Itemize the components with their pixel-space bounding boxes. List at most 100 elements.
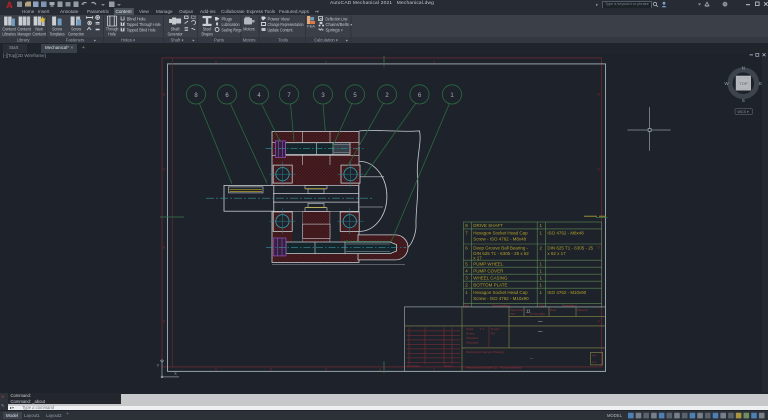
svg-text:Date: Date: [550, 307, 557, 311]
svg-text:PUMP COVER: PUMP COVER: [473, 268, 504, 273]
svg-text:Deflection Line: Deflection Line: [326, 16, 349, 21]
svg-text:DRIVE SHAFT: DRIVE SHAFT: [473, 223, 503, 228]
svg-text:Change Representation: Change Representation: [268, 21, 305, 26]
svg-text:A4: A4: [592, 353, 596, 357]
svg-text:5: 5: [353, 92, 357, 98]
svg-text:Hexagon Socket Head Cap: Hexagon Socket Head Cap: [473, 230, 528, 235]
svg-text:2: 2: [433, 367, 435, 371]
svg-text:Tapped Through Hole: Tapped Through Hole: [127, 21, 162, 26]
svg-text:Standard: Standard: [562, 304, 577, 308]
svg-text:Tools: Tools: [278, 37, 288, 42]
svg-text:W: W: [724, 81, 729, 86]
svg-text:ISO 4762 - M8x48: ISO 4762 - M8x48: [547, 230, 584, 235]
svg-text:Generator: Generator: [168, 31, 183, 36]
svg-text:x 17: x 17: [473, 255, 482, 260]
svg-text:1: 1: [539, 289, 542, 294]
svg-text:E: E: [759, 81, 762, 86]
svg-text:▸: ▸: [193, 38, 195, 42]
svg-text:PUMP WHEEL: PUMP WHEEL: [473, 261, 504, 266]
svg-text:Weight: Weight: [490, 326, 499, 330]
svg-text:Lubrication: Lubrication: [222, 21, 241, 26]
svg-text:Scale: Scale: [466, 326, 474, 330]
svg-text:Deep Groove Ball Bearing -: Deep Groove Ball Bearing -: [473, 245, 528, 250]
svg-text:▸: ▸: [94, 38, 96, 42]
svg-text:BOTTOM PLATE: BOTTOM PLATE: [473, 282, 507, 287]
svg-text:1/1: 1/1: [592, 359, 596, 363]
svg-text:6: 6: [225, 92, 229, 98]
svg-text:A: A: [163, 319, 166, 323]
svg-text:8: 8: [465, 223, 468, 228]
svg-text:FEA: FEA: [307, 23, 315, 28]
svg-text:TM: TM: [510, 311, 515, 315]
svg-text:4: 4: [325, 367, 327, 371]
svg-text:27.02.2020: 27.02.2020: [530, 311, 545, 315]
svg-text:2: 2: [385, 92, 389, 98]
svg-text:Blind Hole: Blind Hole: [127, 16, 147, 21]
svg-text:C: C: [597, 167, 600, 171]
svg-text:S: S: [742, 97, 745, 102]
svg-text:Motors: Motors: [243, 37, 256, 42]
svg-text:4: 4: [325, 59, 327, 63]
svg-text:1: 1: [539, 261, 542, 266]
svg-text:4: 4: [257, 92, 261, 98]
svg-text:Mechanical Sample Co.: Mechanical Sample Co.: [466, 365, 498, 369]
svg-text:WCS ▾: WCS ▾: [737, 110, 748, 114]
svg-text:5: 5: [465, 261, 468, 266]
svg-text:Springs ▾: Springs ▾: [326, 27, 343, 32]
svg-text:1: 1: [465, 289, 468, 294]
svg-text:Holes ▾: Holes ▾: [121, 37, 135, 42]
svg-text:?: ?: [724, 3, 726, 7]
svg-text:Power View: Power View: [268, 16, 291, 21]
svg-text:Checked: Checked: [466, 335, 478, 339]
svg-text:N: N: [742, 65, 745, 70]
svg-text:11: 11: [526, 308, 531, 313]
svg-text:Description: Description: [492, 304, 510, 308]
svg-text:Parts: Parts: [214, 37, 224, 42]
svg-text:Shapes: Shapes: [201, 31, 212, 36]
svg-text:A: A: [597, 319, 600, 323]
svg-text:Mechanical Sample Drawing: Mechanical Sample Drawing: [466, 349, 504, 353]
svg-text:No: No: [464, 304, 469, 308]
svg-text:TM: TM: [490, 331, 495, 335]
svg-text:TOP: TOP: [739, 81, 747, 86]
svg-text:Screw - ISO 4762 - M10x90: Screw - ISO 4762 - M10x90: [473, 296, 529, 301]
svg-text:Templates: Templates: [50, 31, 65, 36]
svg-text:Drawn: Drawn: [466, 331, 475, 335]
svg-text:[-][Top][2D Wireframe]: [-][Top][2D Wireframe]: [3, 53, 46, 58]
svg-text:1: 1: [539, 282, 542, 287]
svg-text:8: 8: [194, 92, 198, 98]
svg-text:6: 6: [215, 59, 217, 63]
svg-text:Qty: Qty: [539, 304, 545, 308]
svg-text:Pump Assembly: Pump Assembly: [500, 365, 522, 369]
svg-text:6: 6: [465, 245, 468, 250]
svg-text:2: 2: [465, 282, 468, 287]
svg-text:Fasteners: Fasteners: [66, 37, 85, 42]
svg-text:1: 1: [539, 268, 542, 273]
svg-text:3: 3: [379, 367, 381, 371]
svg-text:X: X: [174, 370, 177, 375]
svg-text:Calculation ▾: Calculation ▾: [314, 37, 338, 42]
svg-text:Plugs: Plugs: [222, 16, 232, 21]
svg-text:Rev Date: Rev Date: [407, 364, 420, 368]
svg-text:Motors: Motors: [243, 26, 254, 31]
svg-text:2: 2: [539, 245, 542, 250]
svg-text:WHEEL CASING: WHEEL CASING: [473, 275, 508, 280]
svg-text:Libraries: Libraries: [2, 31, 15, 36]
svg-text:Standard: Standard: [466, 340, 478, 344]
svg-text:1: 1: [450, 92, 454, 98]
svg-text:Manager: Manager: [17, 31, 31, 36]
svg-text:D: D: [163, 92, 166, 96]
svg-text:Library: Library: [17, 37, 31, 42]
svg-text:Tapped Blind Hole: Tapped Blind Hole: [127, 27, 157, 32]
svg-text:7: 7: [465, 230, 468, 235]
svg-text:Material: Material: [577, 307, 588, 311]
svg-text:Hexagon Socket Head Cap: Hexagon Socket Head Cap: [473, 289, 528, 294]
svg-text:D: D: [597, 92, 600, 96]
svg-text:Update Content: Update Content: [268, 27, 294, 32]
svg-text:B: B: [163, 245, 166, 249]
svg-text:Content: Content: [32, 31, 46, 36]
svg-text:4: 4: [465, 268, 468, 273]
svg-text:2: 2: [433, 59, 435, 63]
svg-text:1:1: 1:1: [480, 326, 484, 330]
svg-text:1: 1: [539, 230, 542, 235]
